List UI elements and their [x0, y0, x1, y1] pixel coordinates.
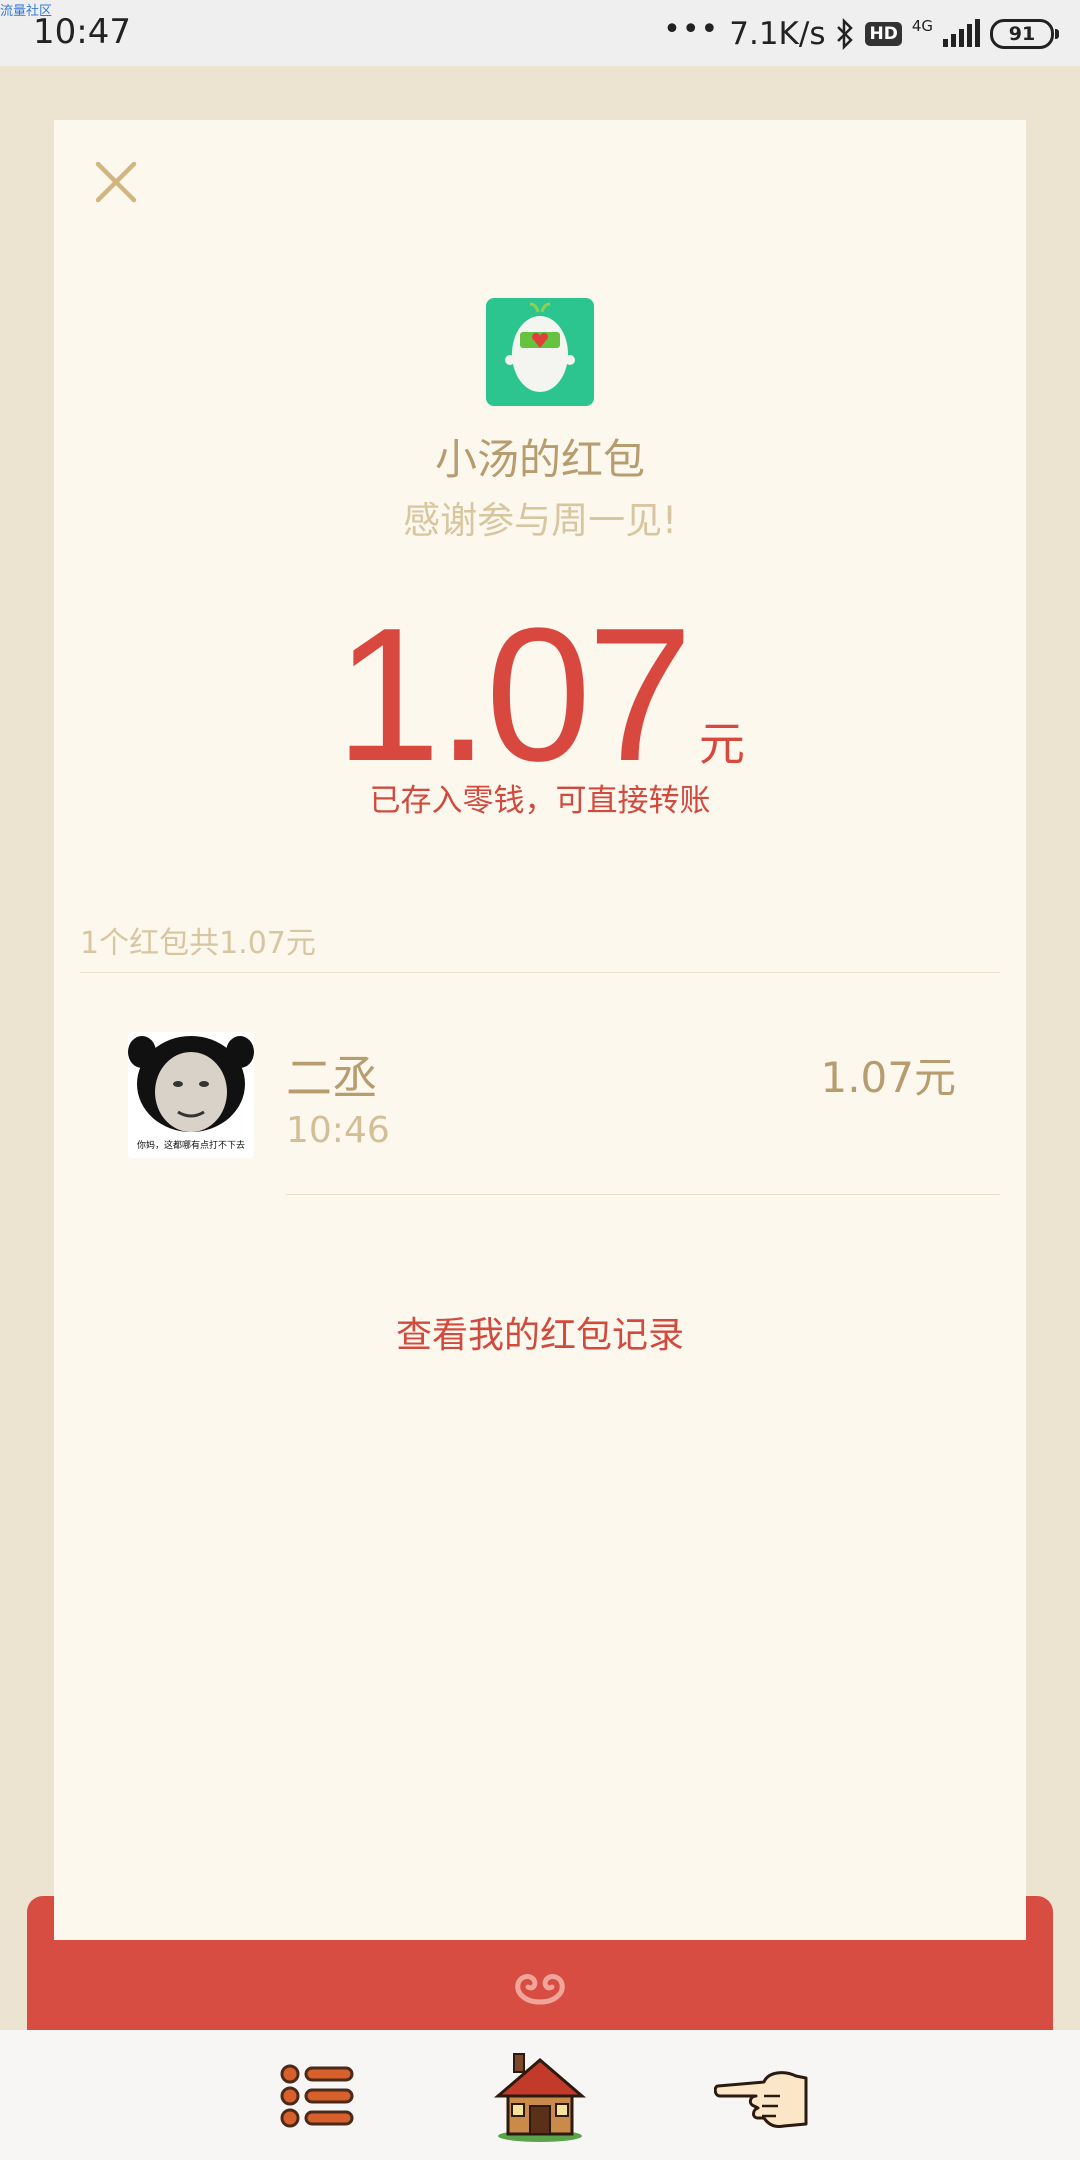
stored-note: 已存入零钱，可直接转账 — [369, 783, 711, 819]
amount-display: 1.07 元 — [0, 595, 1080, 795]
mascot-icon — [505, 302, 575, 392]
status-indicators: ••• 7.1K/s HD 4G 91 — [663, 12, 1059, 54]
card-zigzag-edge — [54, 1925, 1026, 1937]
bottom-nav — [0, 2030, 1080, 2160]
panda-meme-image: 你妈，这都哪有点打不下去 — [128, 1032, 254, 1158]
home-button[interactable] — [492, 2048, 588, 2144]
divider — [80, 972, 1000, 973]
amount-value: 1.07 — [335, 589, 693, 801]
swirl-icon — [515, 1974, 565, 2005]
sender-avatar — [486, 298, 594, 406]
pointing-hand-button[interactable] — [714, 2048, 810, 2144]
status-bar: 流量社区 10:47 ••• 7.1K/s HD 4G 91 — [0, 0, 1080, 66]
pointing-hand-icon — [714, 2071, 808, 2128]
status-time: 10:47 — [33, 12, 131, 52]
bluetooth-icon — [837, 18, 854, 50]
net-speed: 7.1K/s — [729, 16, 826, 52]
close-button[interactable] — [92, 158, 140, 206]
more-dots-icon: ••• — [663, 12, 720, 47]
hd-badge: HD — [865, 22, 902, 46]
menu-list-icon — [280, 2064, 354, 2128]
receiver-name: 二丞 — [286, 1051, 378, 1105]
row-divider — [286, 1194, 1000, 1195]
sender-name: 小汤的红包 — [434, 435, 645, 484]
packet-summary: 1个红包共1.07元 — [80, 926, 316, 961]
battery-icon: 91 — [990, 19, 1059, 49]
amount-unit: 元 — [698, 717, 745, 771]
network-type: 4G — [911, 17, 933, 35]
receiver-row[interactable]: 你妈，这都哪有点打不下去 二丞 10:46 1.07元 — [80, 1030, 1000, 1190]
greeting-message: 感谢参与周一见! — [403, 499, 677, 542]
view-records-link[interactable]: 查看我的红包记录 — [0, 1306, 1080, 1358]
receiver-time: 10:46 — [286, 1110, 390, 1151]
close-icon — [95, 161, 137, 203]
house-icon — [493, 2053, 587, 2142]
receiver-avatar: 你妈，这都哪有点打不下去 — [128, 1032, 254, 1158]
menu-list-button[interactable] — [270, 2048, 366, 2144]
signal-icon — [943, 19, 980, 47]
receiver-amount: 1.07元 — [820, 1053, 956, 1102]
avatar-caption: 你妈，这都哪有点打不下去 — [137, 1139, 245, 1151]
